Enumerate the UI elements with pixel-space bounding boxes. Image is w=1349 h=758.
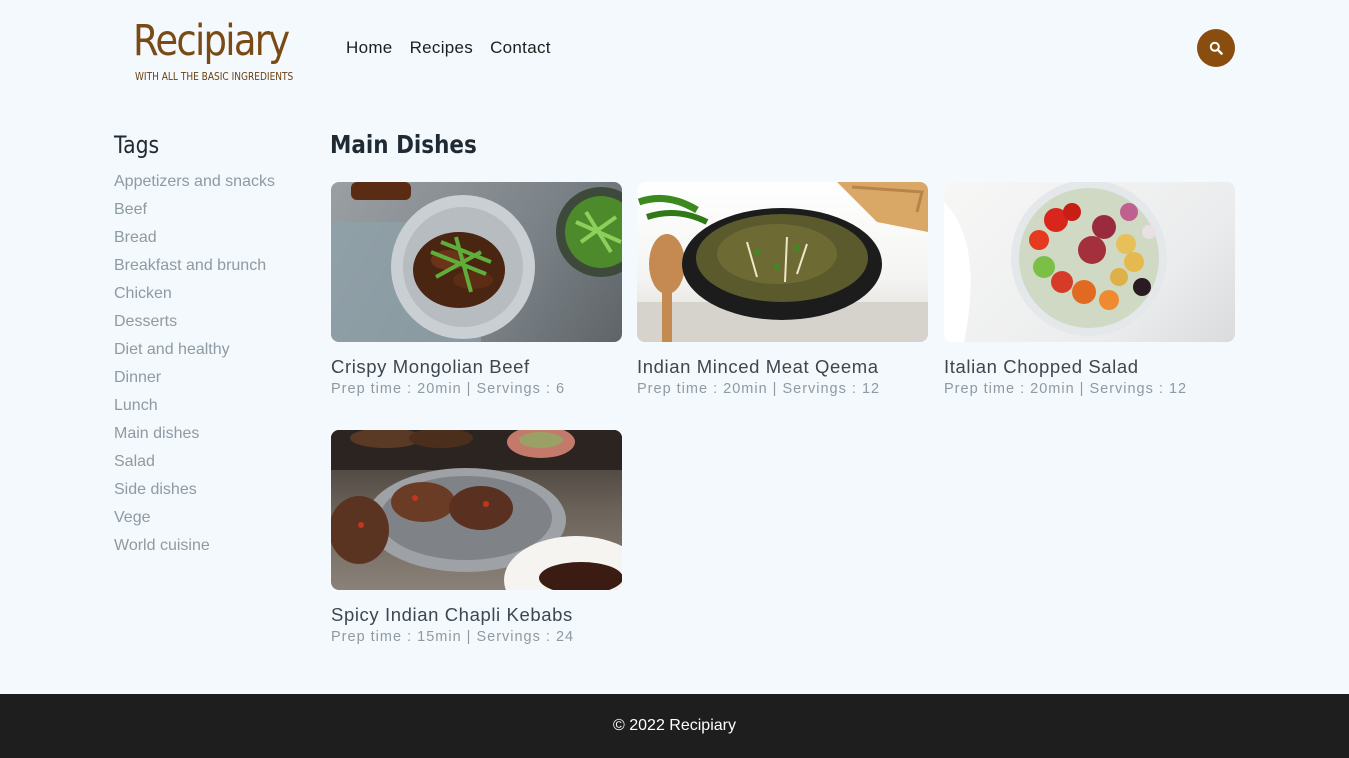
recipe-title[interactable]: Spicy Indian Chapli Kebabs bbox=[331, 604, 622, 626]
tag-dinner[interactable]: Dinner bbox=[114, 369, 161, 386]
recipe-card[interactable]: Crispy Mongolian Beef Prep time : 20min … bbox=[331, 182, 622, 398]
tag-vege[interactable]: Vege bbox=[114, 509, 150, 526]
site-footer: © 2022 Recipiary bbox=[0, 694, 1349, 758]
logo-title[interactable]: Recipiary bbox=[133, 14, 290, 68]
page-title: Main Dishes bbox=[330, 130, 477, 159]
mongolian-beef-photo[interactable] bbox=[331, 182, 622, 342]
qeema-photo[interactable] bbox=[637, 182, 928, 342]
tag-lunch[interactable]: Lunch bbox=[114, 397, 158, 414]
recipe-card[interactable]: Italian Chopped Salad Prep time : 20min … bbox=[944, 182, 1235, 398]
search-icon bbox=[1209, 41, 1223, 55]
site-header: Recipiary WITH ALL THE BASIC INGREDIENTS… bbox=[0, 0, 1349, 100]
mongolian-beef-illustration bbox=[331, 182, 622, 342]
nav-contact[interactable]: Contact bbox=[490, 38, 551, 58]
search-button[interactable] bbox=[1197, 29, 1235, 67]
site-logo[interactable]: Recipiary WITH ALL THE BASIC INGREDIENTS bbox=[133, 14, 303, 84]
recipe-meta: Prep time : 15min | Servings : 24 bbox=[331, 629, 575, 645]
recipe-title[interactable]: Crispy Mongolian Beef bbox=[331, 356, 622, 378]
tag-appetizers-and-snacks[interactable]: Appetizers and snacks bbox=[114, 173, 275, 190]
main-nav: Home Recipes Contact bbox=[346, 38, 551, 58]
logo-tagline: WITH ALL THE BASIC INGREDIENTS bbox=[135, 70, 294, 83]
nav-home[interactable]: Home bbox=[346, 38, 393, 58]
tag-diet-and-healthy[interactable]: Diet and healthy bbox=[114, 341, 230, 358]
main-content: Main Dishes Crispy Mongolian Beef Prep t… bbox=[330, 130, 1235, 645]
tag-list: Appetizers and snacks Beef Bread Breakfa… bbox=[114, 168, 314, 560]
chopped-salad-photo[interactable] bbox=[944, 182, 1235, 342]
tag-desserts[interactable]: Desserts bbox=[114, 313, 177, 330]
recipe-title[interactable]: Indian Minced Meat Qeema bbox=[637, 356, 928, 378]
nav-recipes[interactable]: Recipes bbox=[410, 38, 474, 58]
tag-world-cuisine[interactable]: World cuisine bbox=[114, 537, 210, 554]
recipe-meta: Prep time : 20min | Servings : 6 bbox=[331, 381, 566, 397]
tag-beef[interactable]: Beef bbox=[114, 201, 147, 218]
tag-bread[interactable]: Bread bbox=[114, 229, 157, 246]
tag-side-dishes[interactable]: Side dishes bbox=[114, 481, 197, 498]
salad-illustration bbox=[944, 182, 1167, 342]
tag-breakfast-and-brunch[interactable]: Breakfast and brunch bbox=[114, 257, 266, 274]
tag-salad[interactable]: Salad bbox=[114, 453, 155, 470]
tag-chicken[interactable]: Chicken bbox=[114, 285, 172, 302]
recipe-title[interactable]: Italian Chopped Salad bbox=[944, 356, 1235, 378]
tag-main-dishes[interactable]: Main dishes bbox=[114, 425, 199, 442]
kebabs-illustration bbox=[331, 430, 622, 590]
copyright-text: © 2022 Recipiary bbox=[613, 717, 736, 734]
recipe-card[interactable]: Spicy Indian Chapli Kebabs Prep time : 1… bbox=[331, 430, 622, 646]
recipe-card[interactable]: Indian Minced Meat Qeema Prep time : 20m… bbox=[637, 182, 928, 398]
tags-heading: Tags bbox=[114, 131, 160, 159]
chapli-kebabs-photo[interactable] bbox=[331, 430, 622, 590]
qeema-illustration bbox=[637, 182, 928, 342]
recipe-meta: Prep time : 20min | Servings : 12 bbox=[944, 381, 1188, 397]
recipe-meta: Prep time : 20min | Servings : 12 bbox=[637, 381, 881, 397]
tags-sidebar: Tags Appetizers and snacks Beef Bread Br… bbox=[114, 130, 314, 560]
